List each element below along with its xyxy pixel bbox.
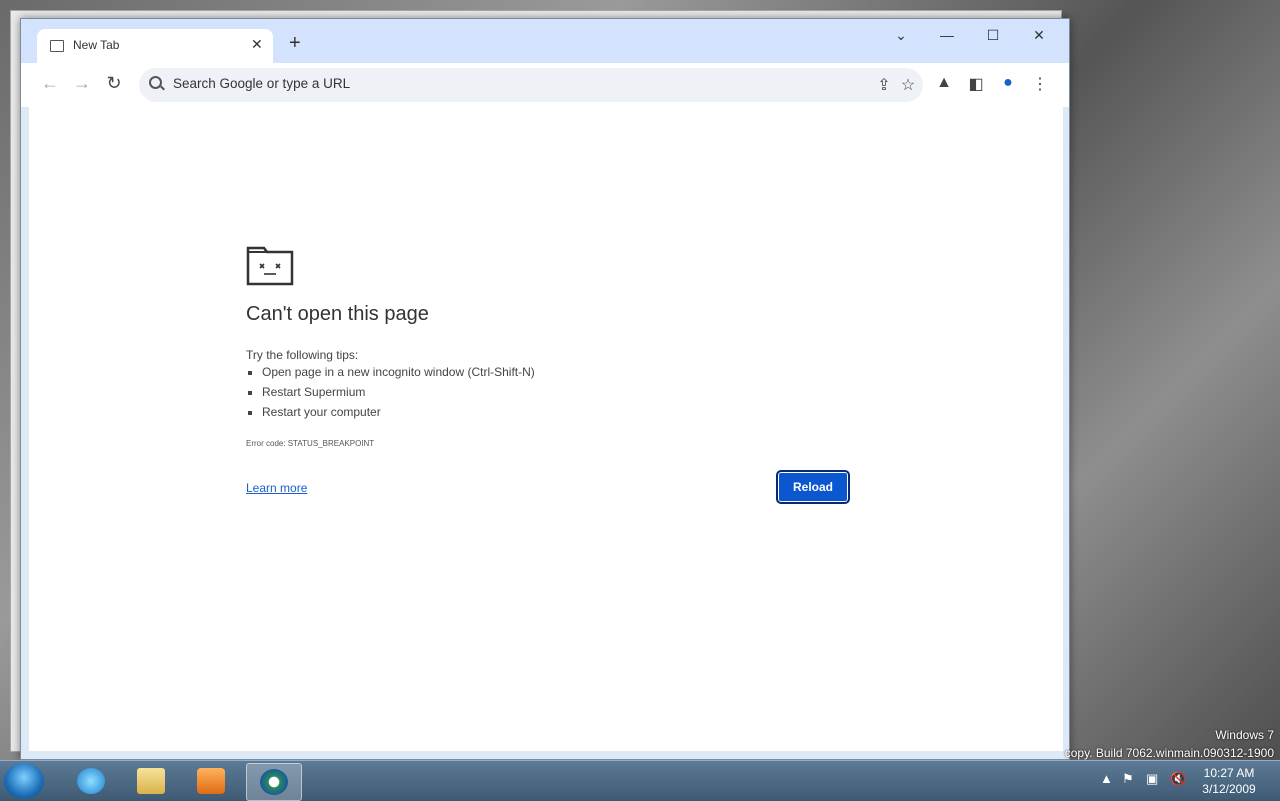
explorer-button[interactable] xyxy=(124,763,178,799)
list-item: Restart your computer xyxy=(262,402,535,422)
side-panel-icon[interactable]: ◧ xyxy=(965,74,987,94)
bookmark-star-icon[interactable]: ☆ xyxy=(897,75,919,95)
maximize-button[interactable]: ☐ xyxy=(981,27,1005,44)
search-icon xyxy=(149,76,162,89)
close-window-button[interactable]: ✕ xyxy=(1027,27,1051,44)
close-tab-icon[interactable]: ✕ xyxy=(251,36,263,53)
sad-tab-icon xyxy=(50,40,64,52)
supermium-button[interactable] xyxy=(246,763,302,801)
clock-date: 3/12/2009 xyxy=(1202,782,1256,796)
omnibox[interactable]: ⇪ ☆ xyxy=(139,68,923,102)
media-player-icon xyxy=(197,768,225,794)
reload-icon[interactable]: ↻ xyxy=(103,73,125,94)
list-item: Open page in a new incognito window (Ctr… xyxy=(262,362,535,382)
windows-watermark: Windows 7 copy. Build 7062.winmain.09031… xyxy=(1065,726,1274,762)
back-icon[interactable]: ← xyxy=(39,73,61,94)
browser-window: New Tab ✕ + ⌄ — ☐ ✕ ← → ↻ ⇪ ☆ ▲ ◧ ● ⋮ Ca… xyxy=(20,18,1070,760)
list-item: Restart Supermium xyxy=(262,382,535,402)
tips-intro: Try the following tips: xyxy=(246,348,359,362)
network-icon[interactable]: ▣ xyxy=(1146,771,1158,787)
volume-muted-icon[interactable]: 🔇 xyxy=(1170,771,1186,787)
labs-flask-icon[interactable]: ▲ xyxy=(933,74,955,92)
sad-folder-icon xyxy=(246,246,294,286)
error-code: Error code: STATUS_BREAKPOINT xyxy=(246,439,375,448)
tips-list: Open page in a new incognito window (Ctr… xyxy=(246,362,535,422)
action-center-flag-icon[interactable]: ⚑ xyxy=(1122,771,1134,787)
profile-avatar-icon[interactable]: ● xyxy=(997,74,1019,92)
clock-time: 10:27 AM xyxy=(1203,766,1255,780)
share-icon[interactable]: ⇪ xyxy=(873,75,895,95)
watermark-line-1: Windows 7 xyxy=(1215,728,1274,742)
show-hidden-icons[interactable]: ▲ xyxy=(1100,771,1113,786)
media-player-button[interactable] xyxy=(184,763,238,799)
taskbar: ▲ ⚑ ▣ 🔇 10:27 AM 3/12/2009 xyxy=(0,760,1280,801)
omnibox-input[interactable] xyxy=(171,75,855,92)
folder-icon xyxy=(137,768,165,794)
internet-explorer-button[interactable] xyxy=(64,763,118,799)
minimize-button[interactable]: — xyxy=(935,27,959,43)
tab-strip: New Tab ✕ + ⌄ — ☐ ✕ xyxy=(21,19,1069,63)
clock[interactable]: 10:27 AM 3/12/2009 xyxy=(1198,765,1260,797)
forward-icon[interactable]: → xyxy=(71,73,93,94)
page-content: Can't open this page Try the following t… xyxy=(29,107,1063,751)
tab-new-tab[interactable]: New Tab ✕ xyxy=(37,29,273,63)
start-button[interactable] xyxy=(4,763,44,799)
error-heading: Can't open this page xyxy=(246,303,429,325)
toolbar: ← → ↻ ⇪ ☆ ▲ ◧ ● ⋮ xyxy=(21,63,1069,107)
supermium-icon xyxy=(260,769,288,795)
internet-explorer-icon xyxy=(77,768,105,794)
new-tab-button[interactable]: + xyxy=(289,33,301,53)
menu-kebab-icon[interactable]: ⋮ xyxy=(1029,74,1051,94)
learn-more-link[interactable]: Learn more xyxy=(246,481,307,495)
reload-button[interactable]: Reload xyxy=(776,470,850,504)
tab-title: New Tab xyxy=(73,38,120,52)
tab-search-icon[interactable]: ⌄ xyxy=(889,27,913,44)
